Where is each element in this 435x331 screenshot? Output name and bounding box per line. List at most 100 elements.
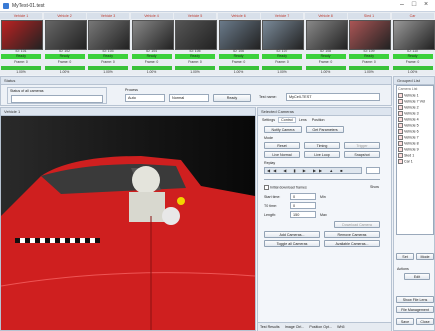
camera-name: Vehicle 8	[304, 13, 347, 19]
test-name-input[interactable]: MyCell-TEST	[286, 93, 380, 101]
camera-thumbnail[interactable]	[44, 20, 87, 50]
window-title: MyTest-01.test	[12, 3, 45, 9]
edit-button[interactable]: Edit	[404, 273, 430, 280]
list-item-checkbox[interactable]	[398, 158, 403, 164]
camera-id: ID: 108	[320, 49, 331, 53]
camera-thumbnail[interactable]	[262, 20, 304, 50]
list-item-checkbox[interactable]	[398, 92, 403, 98]
save-button[interactable]: Save	[396, 318, 414, 325]
mode-button[interactable]: Mode	[416, 253, 434, 260]
camera-percent: 1.00%	[320, 70, 331, 74]
camera-thumbnail[interactable]	[88, 20, 130, 50]
show-file-lens-button[interactable]: Show File Lens	[396, 296, 434, 303]
tab-settings[interactable]: Settings	[260, 118, 277, 122]
camera-thumbnail[interactable]	[175, 20, 217, 50]
file-management-button[interactable]: File Management	[396, 306, 434, 313]
live-loop-button[interactable]: Live Loop	[304, 151, 340, 158]
tab-lens[interactable]: Lens	[297, 118, 309, 122]
replay-slider[interactable]	[264, 176, 380, 180]
tab-test-results[interactable]: Test Results	[258, 325, 282, 329]
toggle-all-cameras-button[interactable]: Toggle all Cameras	[264, 240, 320, 247]
arm-button[interactable]: Timing	[304, 142, 340, 149]
bottom-tabs: Test Results Image Ctrl... Position Opt.…	[258, 322, 391, 331]
snapshot-button[interactable]: Snapshot	[344, 151, 380, 158]
start-time-input[interactable]: 0	[290, 193, 316, 200]
ready-button[interactable]: Ready	[213, 94, 251, 102]
trigger-button[interactable]: Trigger	[344, 142, 380, 149]
actions-label: Actions	[397, 267, 409, 271]
camera-thumbnail[interactable]	[131, 20, 174, 50]
tab-wh5[interactable]: Wh5	[335, 325, 346, 329]
camera-tile[interactable]: Vehicle 7 ID: 107 Ready Frame: 0 1.00%	[261, 13, 304, 75]
minimize-button[interactable]: –	[396, 1, 408, 10]
replay-label: Replay	[264, 161, 276, 165]
camera-tile[interactable]: Vehicle 8 ID: 108 Ready Frame: 0 1.00%	[304, 13, 348, 75]
camera-thumbnail[interactable]	[392, 20, 435, 50]
camera-thumbnail[interactable]	[349, 20, 391, 50]
camera-tile[interactable]: Sled 1 ID: 109 Ready Frame: 0 1.00%	[348, 13, 391, 75]
camera-tile[interactable]: Vehicle 3 ID: 103 Ready Frame: 0 1.00%	[87, 13, 130, 75]
get-parameters-button[interactable]: Get Parameters	[306, 126, 344, 133]
list-item-label: Vehicle 1	[404, 92, 419, 97]
close-button[interactable]: ×	[420, 1, 432, 10]
tab-image-ctrl[interactable]: Image Ctrl...	[283, 325, 307, 329]
video-panel-title: Vehicle 1	[1, 108, 255, 116]
list-item-checkbox[interactable]	[398, 146, 403, 152]
status-group: Status of all cameras	[7, 87, 107, 104]
initial-download-option[interactable]: Initial download frames	[264, 185, 307, 190]
camera-tile[interactable]: Vehicle 5 ID: 105 Ready Frame: 0 1.00%	[174, 13, 217, 75]
camera-status: Ready	[88, 54, 128, 59]
camera-thumbnail[interactable]	[218, 20, 261, 50]
camera-tile[interactable]: Vehicle 6 ID: 106 Ready Frame: 0 1.00%	[217, 13, 261, 75]
list-item-checkbox[interactable]	[398, 104, 403, 110]
process-group: Process Auto Normal Ready	[125, 87, 251, 104]
download-camera-button[interactable]: Download Camera	[334, 221, 380, 228]
list-item-checkbox[interactable]	[398, 152, 403, 158]
camera-status: Ready	[349, 54, 389, 59]
list-item-label: Vehicle 3	[404, 110, 419, 115]
list-item-checkbox[interactable]	[398, 128, 403, 134]
t0-time-input[interactable]: 0	[290, 202, 316, 209]
initial-download-checkbox[interactable]	[264, 185, 269, 190]
camera-tile[interactable]: Vehicle 4 ID: 104 Ready Frame: 0 1.00%	[130, 13, 174, 75]
camera-tile[interactable]: Vehicle 1 ID: 101 Ready Frame: 0 1.00%	[0, 13, 43, 75]
list-item[interactable]: Car 1	[397, 158, 433, 164]
maximize-button[interactable]: □	[408, 1, 420, 10]
camera-id: ID: 104	[146, 49, 157, 53]
remove-cameras-button[interactable]: Remove Cameras	[324, 231, 380, 238]
camera-percent: 1.00%	[190, 70, 200, 74]
length-input[interactable]: 150	[290, 211, 316, 218]
reset-button[interactable]: Reset	[264, 142, 300, 149]
replay-controls[interactable]: ◀◀ ◀ ▮ ▶ ▶▶ ▲ ■	[264, 167, 362, 174]
replay-speed-field[interactable]	[366, 167, 380, 174]
tab-position[interactable]: Position	[310, 118, 327, 122]
camera-thumbnail[interactable]	[1, 20, 43, 50]
camera-thumbnail[interactable]	[305, 20, 348, 50]
camera-id: ID: 106	[233, 49, 244, 53]
list-item-checkbox[interactable]	[398, 122, 403, 128]
close-list-button[interactable]: Close	[416, 318, 434, 325]
process-select[interactable]: Auto	[125, 94, 165, 102]
set-button[interactable]: Set	[396, 253, 414, 260]
live-normal-button[interactable]: Live Normal	[264, 151, 300, 158]
notify-camera-button[interactable]: Notify Camera	[264, 126, 302, 133]
list-item-checkbox[interactable]	[398, 110, 403, 116]
add-cameras-button[interactable]: Add Cameras...	[264, 231, 320, 238]
tab-control[interactable]: Control	[278, 117, 296, 123]
list-item-checkbox[interactable]	[398, 116, 403, 122]
list-item-checkbox[interactable]	[398, 98, 403, 104]
camera-name: Vehicle 6	[217, 13, 260, 19]
crash-test-video[interactable]	[1, 116, 255, 330]
camera-name: Vehicle 5	[174, 13, 216, 19]
mode-select[interactable]: Normal	[169, 94, 209, 102]
tab-position-opt[interactable]: Position Opt...	[307, 325, 334, 329]
list-item-label: Car 1	[404, 158, 413, 163]
camera-tile[interactable]: Vehicle 2 ID: 102 Ready Frame: 0 1.00%	[43, 13, 87, 75]
camera-frame: Frame: 0	[318, 60, 333, 64]
camera-percent: 1.00%	[277, 70, 287, 74]
control-tabs: Settings Control Lens Position	[260, 116, 388, 124]
list-item-checkbox[interactable]	[398, 134, 403, 140]
list-item-checkbox[interactable]	[398, 140, 403, 146]
camera-tile[interactable]: Car ID: 110 Ready Frame: 0 1.00%	[391, 13, 435, 75]
available-cameras-button[interactable]: Available Cameras...	[324, 240, 380, 247]
